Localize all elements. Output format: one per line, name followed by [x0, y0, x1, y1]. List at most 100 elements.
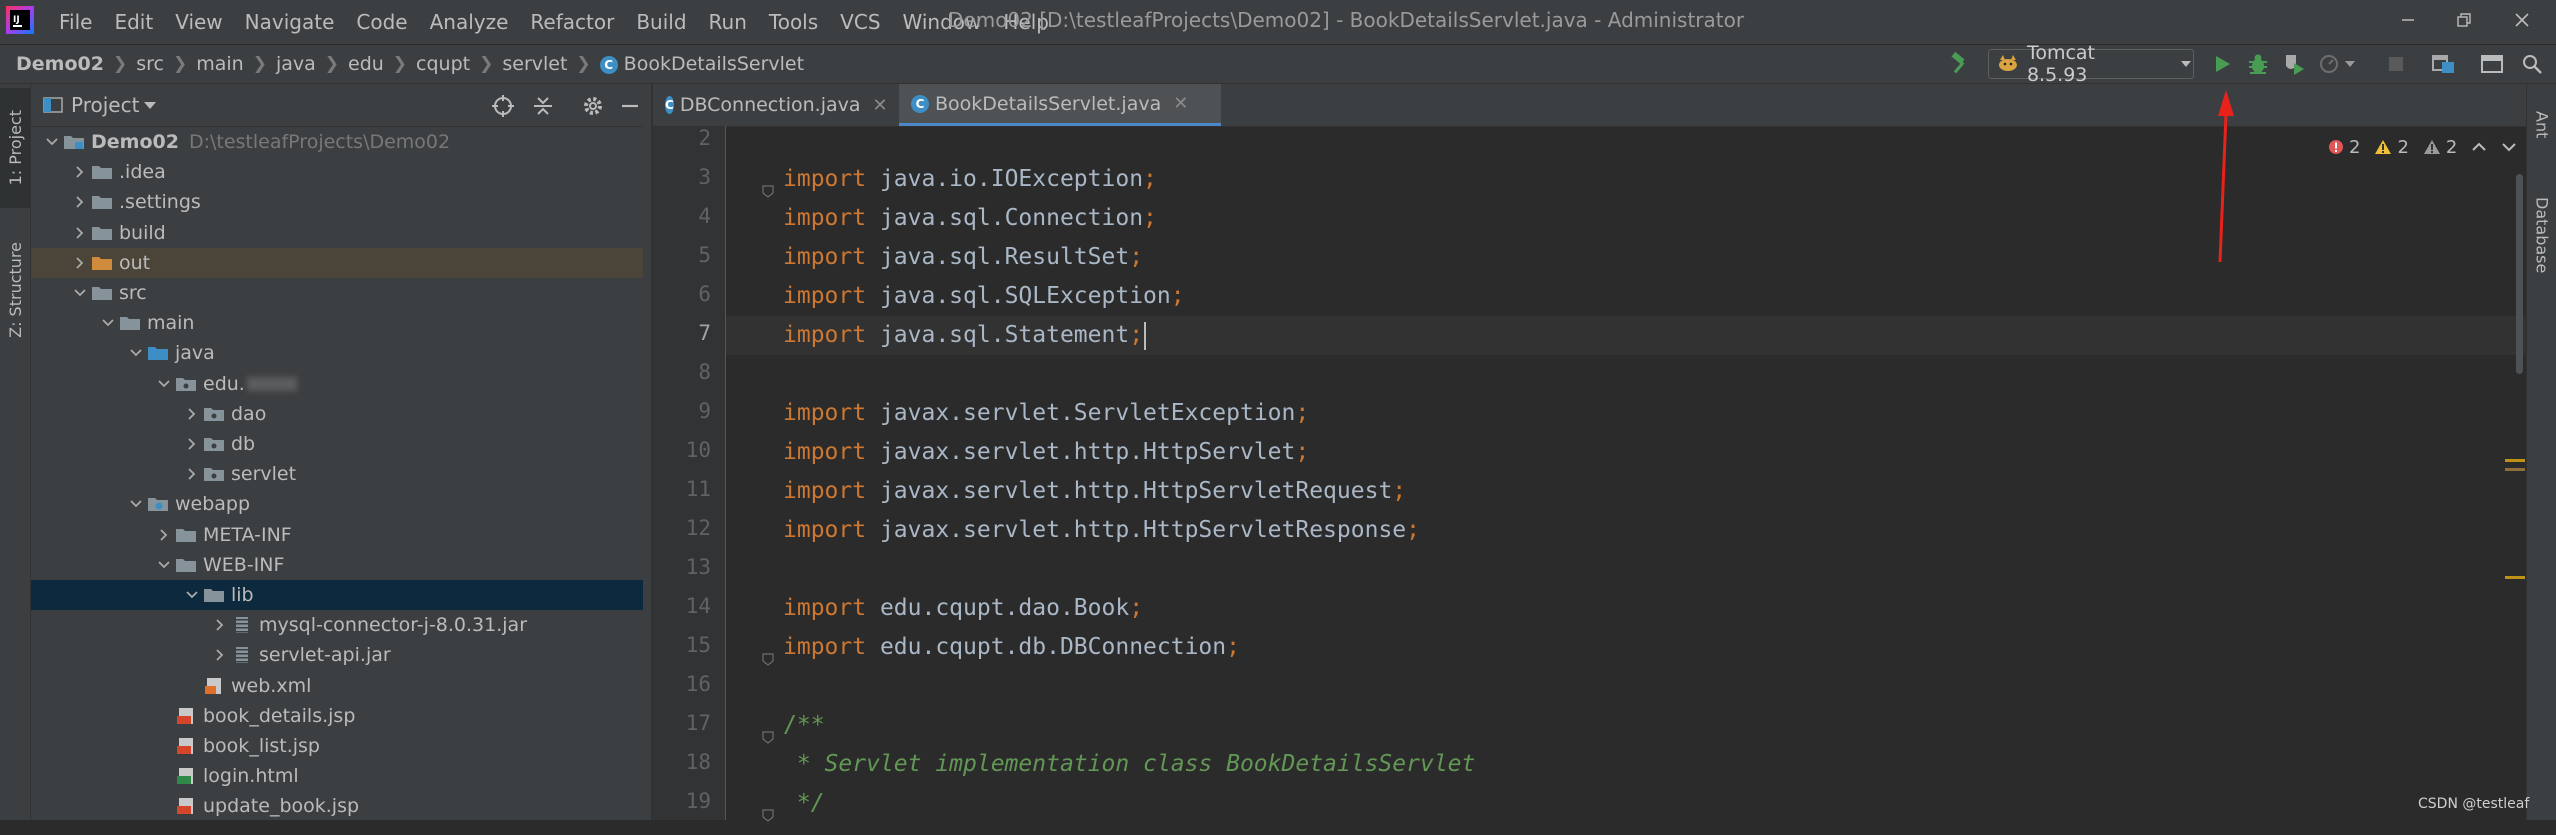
chevron-right-icon[interactable]	[69, 226, 91, 240]
chevron-right-icon[interactable]	[153, 528, 175, 542]
tree-node-java[interactable]: java	[31, 338, 651, 368]
warning-marker[interactable]	[2505, 468, 2525, 471]
tree-node-webapp[interactable]: webapp	[31, 489, 651, 519]
tree-node-login-html[interactable]: login.html	[31, 761, 651, 791]
structure-tool-tab[interactable]: Z: Structure	[0, 220, 30, 360]
project-structure-button[interactable]	[2428, 49, 2460, 79]
project-tool-tab[interactable]: 1: Project	[0, 88, 30, 208]
editor-tab-bookdetailsservlet[interactable]: C BookDetailsServlet.java ✕	[899, 84, 1221, 126]
stop-button[interactable]	[2380, 49, 2412, 79]
error-count[interactable]: 2	[2328, 137, 2360, 158]
run-button[interactable]	[2206, 49, 2238, 79]
menu-view[interactable]: View	[164, 0, 233, 44]
tree-node-update-book-jsp[interactable]: update_book.jsp	[31, 791, 651, 821]
breadcrumb-item[interactable]: Demo02	[16, 53, 104, 75]
tree-node-build[interactable]: build	[31, 218, 651, 248]
chevron-down-icon[interactable]	[125, 346, 147, 360]
tree-node-settings[interactable]: .settings	[31, 187, 651, 217]
search-everywhere-button[interactable]	[2516, 49, 2548, 79]
database-tool-tab[interactable]: Database	[2527, 180, 2556, 290]
tree-node-web-xml[interactable]: web.xml	[31, 671, 651, 701]
run-with-coverage-button[interactable]	[2278, 49, 2310, 79]
tree-node-mysql-connector-j-8-0-31-jar[interactable]: mysql-connector-j-8.0.31.jar	[31, 610, 651, 640]
chevron-right-icon[interactable]	[181, 407, 203, 421]
chevron-right-icon[interactable]	[181, 437, 203, 451]
fold-marker-icon[interactable]	[761, 172, 775, 198]
code-line[interactable]: */	[726, 784, 2526, 823]
editor-scroll-thumb[interactable]	[2516, 174, 2523, 374]
code-line[interactable]: import javax.servlet.http.HttpServletRes…	[726, 511, 2526, 550]
menu-code[interactable]: Code	[345, 0, 418, 44]
code-line[interactable]: import edu.cqupt.db.DBConnection;	[726, 628, 2526, 667]
chevron-down-icon[interactable]	[143, 101, 157, 111]
tree-node-src[interactable]: src	[31, 278, 651, 308]
chevron-down-icon[interactable]	[41, 135, 63, 149]
breadcrumb-item[interactable]: cqupt	[416, 53, 470, 75]
code-line[interactable]: import edu.cqupt.dao.Book;	[726, 589, 2526, 628]
close-icon[interactable]: ✕	[873, 95, 888, 116]
tree-node-out[interactable]: out	[31, 248, 651, 278]
menu-navigate[interactable]: Navigate	[234, 0, 346, 44]
breadcrumb-item[interactable]: servlet	[502, 53, 567, 75]
breadcrumb-item[interactable]: src	[136, 53, 164, 75]
warning-marker[interactable]	[2505, 459, 2525, 462]
menu-tools[interactable]: Tools	[758, 0, 829, 44]
tree-node-book-details-jsp[interactable]: book_details.jsp	[31, 701, 651, 731]
code-line[interactable]: import javax.servlet.http.HttpServlet;	[726, 433, 2526, 472]
inspection-widget[interactable]: 2 2 2	[2328, 132, 2517, 162]
chevron-right-icon[interactable]	[181, 467, 203, 481]
previous-highlight-icon[interactable]	[2471, 140, 2487, 154]
minimize-button[interactable]	[2380, 0, 2436, 40]
code-line[interactable]: /**	[726, 706, 2526, 745]
breadcrumb-item[interactable]: java	[276, 53, 316, 75]
tree-node-dao[interactable]: dao	[31, 399, 651, 429]
breadcrumb-item[interactable]: main	[196, 53, 243, 75]
tree-node-demo02[interactable]: Demo02 D:\testleafProjects\Demo02	[31, 127, 651, 157]
chevron-right-icon[interactable]	[209, 618, 231, 632]
tree-node-idea[interactable]: .idea	[31, 157, 651, 187]
code-line[interactable]: import javax.servlet.http.HttpServletReq…	[726, 472, 2526, 511]
toggle-layout-button[interactable]	[2476, 49, 2508, 79]
close-icon[interactable]: ✕	[1173, 93, 1188, 114]
breadcrumb-item[interactable]: C BookDetailsServlet	[599, 53, 804, 75]
project-tree-scrollbar[interactable]	[643, 84, 651, 820]
warning-count[interactable]: 2	[2374, 137, 2409, 158]
chevron-right-icon[interactable]	[209, 648, 231, 662]
close-window-button[interactable]	[2494, 0, 2550, 40]
run-configuration-select[interactable]: Tomcat 8.5.93	[1988, 42, 2194, 86]
menu-file[interactable]: File	[48, 0, 103, 44]
chevron-down-icon[interactable]	[97, 316, 119, 330]
code-line[interactable]	[726, 355, 2526, 394]
code-line[interactable]: import javax.servlet.ServletException;	[726, 394, 2526, 433]
menu-build[interactable]: Build	[625, 0, 697, 44]
menu-run[interactable]: Run	[698, 0, 758, 44]
tree-node-servlet[interactable]: servlet	[31, 459, 651, 489]
tree-node-db[interactable]: db	[31, 429, 651, 459]
chevron-down-icon[interactable]	[125, 497, 147, 511]
chevron-down-icon[interactable]	[69, 286, 91, 300]
chevron-down-icon[interactable]	[153, 377, 175, 391]
collapse-all-icon[interactable]	[531, 94, 555, 118]
hide-panel-icon[interactable]	[619, 94, 641, 118]
restore-button[interactable]	[2436, 0, 2492, 40]
warning-marker[interactable]	[2505, 576, 2525, 579]
code-line[interactable]: * Servlet implementation class BookDetai…	[726, 745, 2526, 784]
menu-analyze[interactable]: Analyze	[419, 0, 520, 44]
tree-node-web-inf[interactable]: WEB-INF	[31, 550, 651, 580]
tree-node-book-list-jsp[interactable]: book_list.jsp	[31, 731, 651, 761]
fold-marker-icon[interactable]	[761, 718, 775, 744]
chevron-down-icon[interactable]	[181, 588, 203, 602]
weak-warning-count[interactable]: 2	[2423, 137, 2457, 158]
tree-node-edu[interactable]: edu.	[31, 369, 651, 399]
code-line[interactable]: import java.sql.Statement;	[726, 316, 2526, 355]
menu-refactor[interactable]: Refactor	[519, 0, 625, 44]
breadcrumb-item[interactable]: edu	[348, 53, 384, 75]
gear-icon[interactable]	[581, 94, 605, 118]
project-panel-title[interactable]: Project	[71, 84, 139, 126]
fold-marker-icon[interactable]	[761, 796, 775, 822]
locate-file-icon[interactable]	[491, 94, 515, 118]
tree-node-lib[interactable]: lib	[31, 580, 651, 610]
chevron-right-icon[interactable]	[69, 195, 91, 209]
menu-vcs[interactable]: VCS	[829, 0, 891, 44]
debug-button[interactable]	[2242, 49, 2274, 79]
